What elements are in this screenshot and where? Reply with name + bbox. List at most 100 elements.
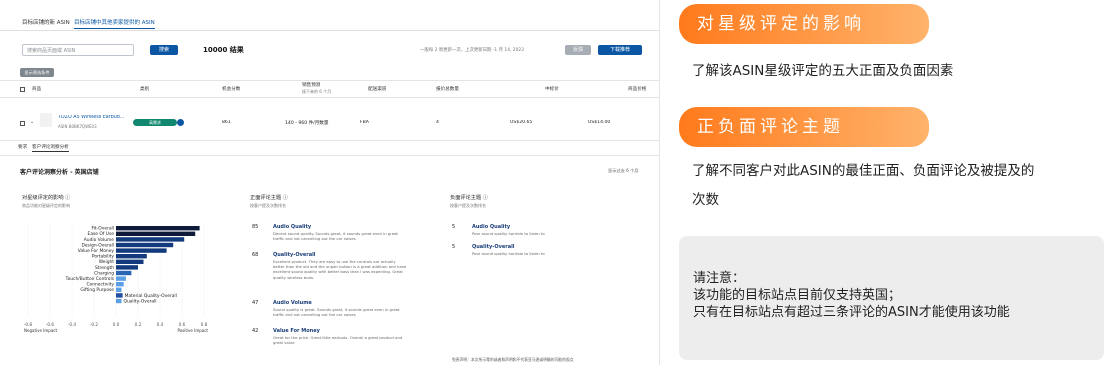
col-sales[interactable]: 销售预测: [302, 82, 320, 88]
positive-theme-desc: Sound quality is great. Sounds great, it…: [273, 307, 400, 318]
impact-bar: [116, 287, 122, 292]
positive-theme-desc: Decent sound quality. Sounds great, it s…: [273, 231, 398, 242]
tab-other-seller-asin[interactable]: 目标店铺中其他卖家提供的 ASIN: [74, 18, 155, 29]
divider: [0, 155, 659, 156]
col-offers[interactable]: 报价总数量: [436, 86, 459, 92]
insight-title: 客户评论洞察分析 - 英国店铺: [20, 169, 99, 176]
text-review-themes-1: 了解不同客户对此ASIN的最佳正面、负面评论及被提及的: [692, 163, 1035, 179]
positive-theme-name[interactable]: Audio Quality: [273, 224, 311, 230]
tab-new-asin[interactable]: 目标店铺的新 ASIN: [22, 18, 70, 26]
x-tick-label: 0.6: [179, 322, 186, 327]
col-category[interactable]: 类别: [140, 86, 149, 92]
insight-period[interactable]: 显示过去 6 个月: [608, 168, 638, 174]
x-tick-label: 0.2: [135, 322, 142, 327]
product-image[interactable]: [40, 113, 52, 127]
negative-subtitle: 按客户提及次数排名: [450, 203, 486, 208]
impact-title: 对星级评定的影响 ⓘ: [22, 195, 71, 201]
positive-theme-name[interactable]: Value For Money: [273, 328, 320, 334]
x-tick-label: -0.6: [46, 322, 55, 327]
impact-bar: [116, 276, 126, 281]
impact-bar: [116, 282, 124, 287]
col-sales-sub: 接下来的 6 个月: [302, 89, 332, 94]
negative-count: 5: [452, 244, 456, 250]
x-tick-label: -0.2: [90, 322, 99, 327]
impact-bar-label: Quality-Overall: [124, 298, 157, 304]
positive-theme-name[interactable]: Audio Volume: [273, 300, 312, 306]
impact-bar-label: Material Quality-Overall: [125, 293, 177, 299]
note-line-1: 该功能的目标站点目前仅支持英国；: [693, 288, 902, 303]
positive-theme-desc: Great for the price. Great little earbud…: [273, 335, 403, 346]
impact-chart: -0.8 -0.6 -0.4 -0.2 0.0 0.2 0.4 0.6 0.8 Fit-Overa…: [24, 224, 208, 333]
negative-title: 负面评论主题 ⓘ: [450, 195, 488, 201]
impact-bar-label: Weight: [99, 259, 115, 265]
impact-bar-label: Value For Money: [78, 248, 115, 254]
impact-bar: [116, 237, 185, 242]
note-heading: 请注意：: [693, 271, 746, 286]
pill-star-impact: 对星级评定的影响: [679, 4, 929, 44]
col-price[interactable]: 商品价格: [628, 86, 646, 92]
row-offers: 4: [436, 120, 439, 125]
positive-count: 68: [252, 252, 259, 258]
impact-bar-label: Gifting Purpose: [80, 287, 114, 293]
download-button[interactable]: 下载推荐: [598, 45, 642, 55]
search-input[interactable]: 搜索商品页面或 ASIN: [22, 44, 134, 56]
negative-impact-label: Negative Impact: [24, 328, 57, 333]
product-title-link[interactable]: TOZO A5 Wireless Earbud...: [58, 115, 124, 120]
row-score: 861: [222, 120, 231, 125]
negative-count: 5: [452, 224, 456, 230]
impact-bar-label: Charging: [94, 270, 114, 276]
impact-bar: [116, 259, 144, 264]
impact-bar: [116, 293, 123, 298]
col-win-price[interactable]: 中标价: [545, 86, 559, 92]
note-line-2: 只有在目标站点有超过三条评论的ASIN才能使用该功能: [693, 305, 1010, 320]
x-tick-label: 0.4: [157, 322, 164, 327]
row-channel: FBA: [360, 120, 369, 125]
row-checkbox[interactable]: [20, 121, 25, 126]
update-note: 一般每 2 周更新一次，上次更新日期 -1 月 14, 2023: [420, 48, 524, 53]
search-button[interactable]: 搜索: [150, 45, 178, 55]
positive-theme-desc: Excellent product. They are easy to use …: [273, 259, 407, 280]
col-score[interactable]: 机会分数: [222, 86, 240, 92]
positive-impact-label: Positive Impact: [177, 328, 208, 333]
impact-subtitle: 商品功能对星级评定的影响: [22, 203, 70, 208]
subtab-requirements[interactable]: 要求: [18, 144, 27, 150]
results-count: 10000 结果: [203, 46, 244, 54]
negative-theme-name[interactable]: Audio Quality: [472, 224, 510, 230]
text-review-themes-2: 次数: [692, 192, 719, 208]
select-all-checkbox[interactable]: [20, 87, 25, 92]
impact-bar-label: Fit-Overall: [91, 226, 114, 232]
negative-theme-desc: Poor sound quality horrible to listen to: [472, 231, 545, 236]
impact-bar-label: Strength: [95, 265, 114, 271]
impact-bar: [116, 226, 200, 231]
positive-theme-name[interactable]: Quality-Overall: [273, 252, 316, 258]
impact-bar-label: Touch/Button Controls: [65, 276, 115, 282]
pill-review-themes: 正负面评论主题: [679, 107, 929, 147]
expand-icon[interactable]: ⌄: [30, 119, 34, 125]
positive-title: 正面评论主题 ⓘ: [250, 195, 288, 201]
impact-bar: [116, 254, 147, 259]
impact-bar: [116, 265, 138, 270]
text-star-impact: 了解该ASIN星级评定的五大正面及负面因素: [692, 63, 954, 79]
impact-bar: [116, 231, 196, 236]
impact-bar-label: Design-Overall: [81, 242, 114, 248]
col-product[interactable]: 商品: [32, 86, 41, 92]
subtab-review-insights[interactable]: 客户评论洞察分析: [32, 144, 69, 152]
negative-theme-desc: Poor sound quality horrible to listen to: [472, 251, 545, 256]
positive-subtitle: 按客户提及次数排名: [250, 203, 286, 208]
divider: [0, 30, 659, 31]
row-sales: 140 - 960 件/月数量: [285, 121, 329, 126]
impact-bar-label: Ease Of Use: [88, 231, 115, 237]
badge-dot-icon: [177, 119, 184, 126]
negative-theme-name[interactable]: Quality-Overall: [472, 244, 515, 250]
col-channel[interactable]: 配送渠道: [368, 86, 386, 92]
impact-bar: [116, 298, 122, 304]
impact-bar-label: Audio Volume: [84, 237, 115, 243]
positive-count: 47: [252, 300, 259, 306]
impact-bar-label: Portability: [92, 254, 115, 260]
demand-badge: 高需求: [133, 119, 177, 126]
x-tick-label: -0.8: [24, 322, 33, 327]
feedback-button[interactable]: 反馈: [565, 45, 591, 55]
product-asin: ASIN B0BK7QWE03: [58, 124, 97, 129]
filter-button[interactable]: 显示筛选条件: [20, 68, 54, 77]
row-price: US$14.00: [588, 120, 611, 125]
